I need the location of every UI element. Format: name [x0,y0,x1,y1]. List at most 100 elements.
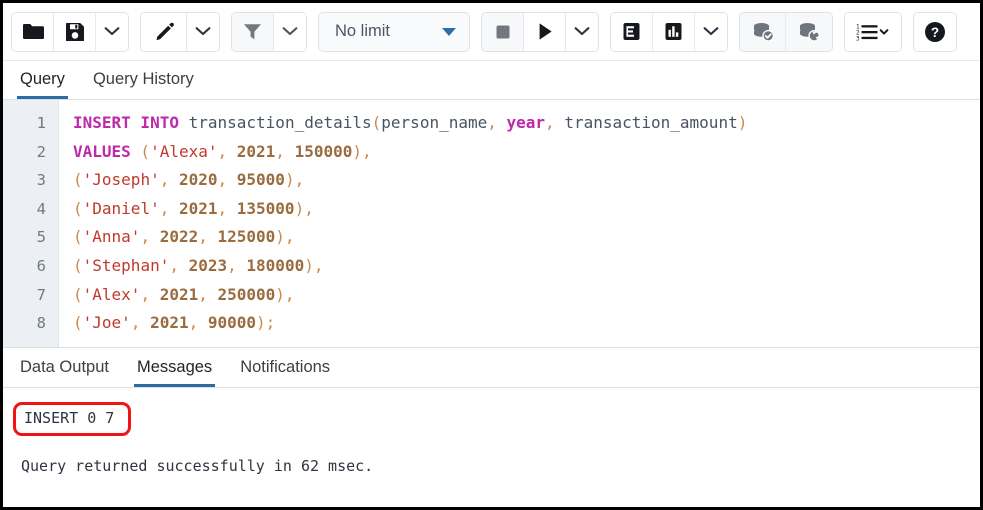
line-number: 6 [3,252,58,281]
execute-query-button[interactable] [524,13,566,51]
database-undo-icon [797,21,821,42]
code-token: ), [285,170,304,189]
code-token: ( [131,142,150,161]
rollback-button[interactable] [786,13,832,51]
code-token: 95000 [237,170,285,189]
code-line: ('Alex', 2021, 250000), [73,281,980,310]
code-line: ('Joseph', 2020, 95000), [73,166,980,195]
code-token: 'Alex' [83,285,141,304]
line-number: 7 [3,281,58,310]
code-token: 135000 [237,199,295,218]
execute-dropdown-button[interactable] [566,13,598,51]
code-token: 2021 [150,313,189,332]
sql-editor[interactable]: 12345678 INSERT INTO transaction_details… [3,100,980,348]
code-token: year [507,113,546,132]
open-file-button[interactable] [12,13,54,51]
explain-e-icon [621,21,642,42]
chevron-down-icon [195,26,211,37]
tab-query-history[interactable]: Query History [90,70,197,99]
numbered-list-icon: 1 2 3 [856,22,890,42]
code-token: INSERT INTO [73,113,179,132]
code-token: 2020 [179,170,218,189]
code-token: 90000 [208,313,256,332]
filter-dropdown-button[interactable] [274,13,306,51]
code-token: VALUES [73,142,131,161]
database-check-icon [751,21,775,42]
code-token: ( [73,199,83,218]
row-limit-select[interactable]: No limit [318,12,470,52]
edit-button-group [140,12,220,52]
tab-data-output[interactable]: Data Output [17,358,112,387]
line-number: 4 [3,195,58,224]
save-dropdown-button[interactable] [96,13,128,51]
commit-button[interactable] [740,13,786,51]
code-token: 'Daniel' [83,199,160,218]
code-line: ('Joe', 2021, 90000); [73,309,980,338]
code-token: , [169,256,188,275]
edit-button[interactable] [141,13,187,51]
bar-chart-icon [663,21,684,42]
insert-result-highlight: INSERT 0 7 [13,402,131,436]
pencil-icon [153,21,175,43]
code-token: 180000 [246,256,304,275]
explain-dropdown-button[interactable] [695,13,727,51]
line-number: 8 [3,309,58,338]
code-token: ( [73,285,83,304]
save-file-button[interactable] [54,13,96,51]
code-line: INSERT INTO transaction_details(person_n… [73,109,980,138]
code-token: 150000 [295,142,353,161]
code-token: , [545,113,564,132]
code-token: 'Anna' [83,227,141,246]
execute-button-group [481,12,599,52]
tab-notifications[interactable]: Notifications [237,358,333,387]
tab-messages[interactable]: Messages [134,358,215,387]
result-line-wrapper: INSERT 0 7 [17,402,980,436]
macros-button[interactable]: 1 2 3 [845,13,901,51]
help-button-group: ? [913,12,957,52]
explain-analyze-button[interactable] [653,13,695,51]
macros-button-group: 1 2 3 [844,12,902,52]
sql-code-area[interactable]: INSERT INTO transaction_details(person_n… [59,100,980,347]
code-token: ), [275,285,294,304]
edit-dropdown-button[interactable] [187,13,219,51]
code-token: , [275,142,294,161]
code-token: ), [304,256,323,275]
messages-panel: INSERT 0 7 Query returned successfully i… [3,388,980,507]
tab-data-output-label: Data Output [20,358,109,376]
code-token: , [487,113,506,132]
query-tool-toolbar: No limit [3,3,980,61]
line-number: 3 [3,166,58,195]
help-button[interactable]: ? [914,13,956,51]
code-token: 'Joseph' [83,170,160,189]
explain-button[interactable] [611,13,653,51]
file-button-group [11,12,129,52]
chevron-down-icon [703,26,719,37]
code-line: ('Anna', 2022, 125000), [73,223,980,252]
query-status-line: Query returned successfully in 62 msec. [21,456,980,477]
svg-text:3: 3 [856,35,860,41]
code-token: , [160,199,179,218]
filter-button-group [231,12,307,52]
code-token: ) [738,113,748,132]
play-icon [535,21,555,42]
row-limit-value: No limit [335,22,390,41]
code-token: ( [372,113,382,132]
code-token: ( [73,256,83,275]
code-token: , [227,256,246,275]
chevron-down-icon [104,26,120,37]
line-number: 2 [3,138,58,167]
code-token: 2021 [160,285,199,304]
query-tabstrip: Query Query History [3,61,980,100]
line-number: 5 [3,223,58,252]
code-token: 2021 [237,142,276,161]
tab-query-history-label: Query History [93,70,194,88]
code-token: 2021 [179,199,218,218]
code-token: person_name [381,113,487,132]
code-token: 'Stephan' [83,256,170,275]
tab-query[interactable]: Query [17,70,68,99]
output-tabstrip: Data Output Messages Notifications [3,348,980,388]
stop-query-button[interactable] [482,13,524,51]
filter-button[interactable] [232,13,274,51]
code-token: , [189,313,208,332]
code-line: VALUES ('Alexa', 2021, 150000), [73,138,980,167]
